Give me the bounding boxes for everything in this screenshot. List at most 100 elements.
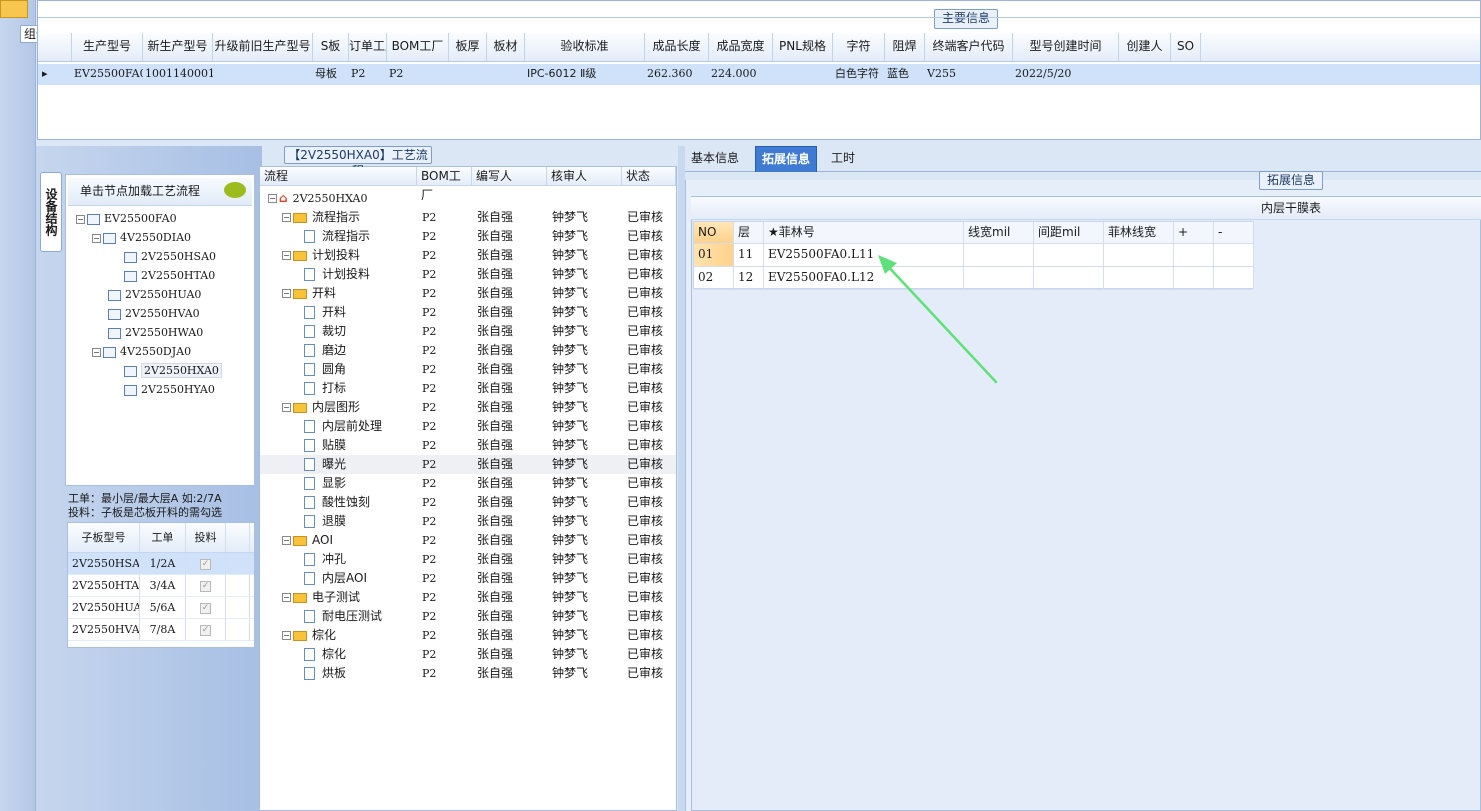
process-row[interactable]: − AOI P2 张自强 钟梦飞 已审核 <box>260 531 676 550</box>
column-header[interactable]: 成品长度 <box>645 33 709 61</box>
table-row[interactable]: 2V2550HVA0 7/8A ✓ <box>68 619 254 641</box>
cell[interactable] <box>213 64 313 85</box>
column-header[interactable]: SO <box>1171 33 1201 61</box>
process-row[interactable]: 内层AOI P2 张自强 钟梦飞 已审核 <box>260 569 676 588</box>
feed-checkbox[interactable]: ✓ <box>200 558 211 570</box>
process-root[interactable]: − ⌂ 2V2550HXA0 <box>260 189 676 208</box>
expand-toggle-icon[interactable] <box>108 252 122 262</box>
process-row[interactable]: 开料 P2 张自强 钟梦飞 已审核 <box>260 303 676 322</box>
structure-vertical-tab[interactable]: 设备结构 <box>40 172 62 252</box>
expand-toggle-icon[interactable]: − <box>76 214 85 224</box>
tree-node[interactable]: − 4V2550DIA0 <box>76 228 252 247</box>
cell[interactable]: P2 <box>387 64 449 85</box>
tree-node[interactable]: 2V2550HSA0 <box>76 247 252 266</box>
table-row[interactable]: 2V2550HSA0 1/2A ✓ <box>68 553 254 575</box>
column-header[interactable]: 升级前旧生产型号 <box>213 33 313 61</box>
process-row[interactable]: 烘板 P2 张自强 钟梦飞 已审核 <box>260 664 676 683</box>
collapse-toggle-icon[interactable]: − <box>282 593 291 602</box>
column-header[interactable]: 核审人 <box>547 167 622 185</box>
column-header[interactable]: 子板型号 <box>68 523 140 552</box>
process-row[interactable]: 圆角 P2 张自强 钟梦飞 已审核 <box>260 360 676 379</box>
table-row[interactable]: 2V2550HTA0 3/4A ✓ <box>68 575 254 597</box>
process-row[interactable]: 酸性蚀刻 P2 张自强 钟梦飞 已审核 <box>260 493 676 512</box>
expand-toggle-icon[interactable]: − <box>92 233 101 243</box>
column-header[interactable]: 终端客户代码 <box>925 33 1013 61</box>
row-indicator[interactable]: ▸ <box>38 64 72 85</box>
column-header[interactable]: 创建人 <box>1119 33 1171 61</box>
feed-checkbox[interactable]: ✓ <box>200 602 211 614</box>
process-row[interactable]: − 电子测试 P2 张自强 钟梦飞 已审核 <box>260 588 676 607</box>
cell[interactable]: IPC-6012 Ⅱ级 <box>525 64 645 85</box>
column-header[interactable]: 成品宽度 <box>709 33 773 61</box>
expand-toggle-icon[interactable] <box>108 385 122 395</box>
tree-node[interactable]: 2V2550HYA0 <box>76 380 252 399</box>
collapse-toggle-icon[interactable]: − <box>282 631 291 640</box>
cell[interactable]: V255 <box>925 64 1013 85</box>
collapse-toggle-icon[interactable]: − <box>282 289 291 298</box>
tab-3[interactable]: 工时 <box>825 146 861 172</box>
tree-node[interactable]: 2V2550HWA0 <box>76 323 252 342</box>
cell[interactable]: 白色字符 <box>833 64 885 85</box>
expand-toggle-icon[interactable] <box>108 366 122 376</box>
cell[interactable]: 2022/5/20 <box>1013 64 1119 85</box>
cell[interactable] <box>487 64 525 85</box>
column-header[interactable]: 工单 <box>140 523 186 552</box>
feed-checkbox[interactable]: ✓ <box>200 580 211 592</box>
process-row[interactable]: 流程指示 P2 张自强 钟梦飞 已审核 <box>260 227 676 246</box>
column-header[interactable]: 型号创建时间 <box>1013 33 1119 61</box>
cell[interactable]: EV25500FA0 <box>72 64 143 85</box>
column-header[interactable]: BOM工厂 <box>417 167 472 202</box>
cell[interactable]: 10011400014803 <box>143 64 213 85</box>
cell[interactable] <box>1171 64 1201 85</box>
column-header[interactable]: 生产型号 <box>72 33 143 61</box>
column-header[interactable]: S板 <box>313 33 349 61</box>
column-header-row[interactable]: NO 层 ★菲林号 线宽mil 间距mil 菲林线宽 + - <box>694 222 1254 244</box>
tab-2[interactable]: 拓展信息 <box>755 146 818 172</box>
process-row[interactable]: 内层前处理 P2 张自强 钟梦飞 已审核 <box>260 417 676 436</box>
process-row[interactable]: − 棕化 P2 张自强 钟梦飞 已审核 <box>260 626 676 645</box>
process-row[interactable]: 打标 P2 张自强 钟梦飞 已审核 <box>260 379 676 398</box>
main-grid-row[interactable]: ▸EV25500FA010011400014803母板P2P2IPC-6012 … <box>38 64 1480 85</box>
column-header[interactable]: 状态 <box>622 167 676 185</box>
collapse-toggle-icon[interactable]: − <box>282 213 291 222</box>
cell[interactable]: 蓝色 <box>885 64 925 85</box>
app-icon[interactable] <box>0 0 28 18</box>
tab-1[interactable]: 基本信息 <box>685 146 745 172</box>
column-header[interactable]: BOM工厂 <box>387 33 449 61</box>
process-row[interactable]: 显影 P2 张自强 钟梦飞 已审核 <box>260 474 676 493</box>
process-row[interactable]: − 内层图形 P2 张自强 钟梦飞 已审核 <box>260 398 676 417</box>
column-header[interactable]: 验收标准 <box>525 33 645 61</box>
process-row[interactable]: − 开料 P2 张自强 钟梦飞 已审核 <box>260 284 676 303</box>
column-header[interactable]: 新生产型号 <box>143 33 213 61</box>
cell[interactable] <box>773 64 833 85</box>
column-header[interactable]: 阻焊 <box>885 33 925 61</box>
collapse-toggle-icon[interactable]: − <box>282 251 291 260</box>
column-header[interactable]: 编写人 <box>472 167 547 185</box>
column-header[interactable]: 投料 <box>186 523 226 552</box>
process-row[interactable]: 退膜 P2 张自强 钟梦飞 已审核 <box>260 512 676 531</box>
process-row[interactable]: 冲孔 P2 张自强 钟梦飞 已审核 <box>260 550 676 569</box>
expand-toggle-icon[interactable] <box>92 290 106 300</box>
tree-node[interactable]: − EV25500FA0 <box>76 209 252 228</box>
process-row[interactable]: 磨边 P2 张自强 钟梦飞 已审核 <box>260 341 676 360</box>
tree-node[interactable]: 2V2550HXA0 <box>76 361 252 380</box>
process-row[interactable]: − 流程指示 P2 张自强 钟梦飞 已审核 <box>260 208 676 227</box>
tree-node[interactable]: 2V2550HTA0 <box>76 266 252 285</box>
collapse-toggle-icon[interactable]: − <box>282 403 291 412</box>
expand-toggle-icon[interactable]: − <box>92 347 101 357</box>
column-header[interactable]: PNL规格 <box>773 33 833 61</box>
feed-checkbox[interactable]: ✓ <box>200 624 211 636</box>
process-row[interactable]: 裁切 P2 张自强 钟梦飞 已审核 <box>260 322 676 341</box>
cell[interactable]: 262.360 <box>645 64 709 85</box>
cell[interactable]: 224.000 <box>709 64 773 85</box>
column-header[interactable]: 字符 <box>833 33 885 61</box>
collapse-toggle-icon[interactable]: − <box>282 536 291 545</box>
expand-toggle-icon[interactable] <box>92 328 106 338</box>
table-row[interactable]: 2V2550HUA05/6A ✓ <box>68 597 254 619</box>
column-header[interactable]: 板材 <box>487 33 525 61</box>
process-row[interactable]: − 计划投料 P2 张自强 钟梦飞 已审核 <box>260 246 676 265</box>
tree-node[interactable]: − 4V2550DJA0 <box>76 342 252 361</box>
expand-toggle-icon[interactable] <box>92 309 106 319</box>
process-row[interactable]: 棕化 P2 张自强 钟梦飞 已审核 <box>260 645 676 664</box>
tree-node[interactable]: 2V2550HUA0 <box>76 285 252 304</box>
